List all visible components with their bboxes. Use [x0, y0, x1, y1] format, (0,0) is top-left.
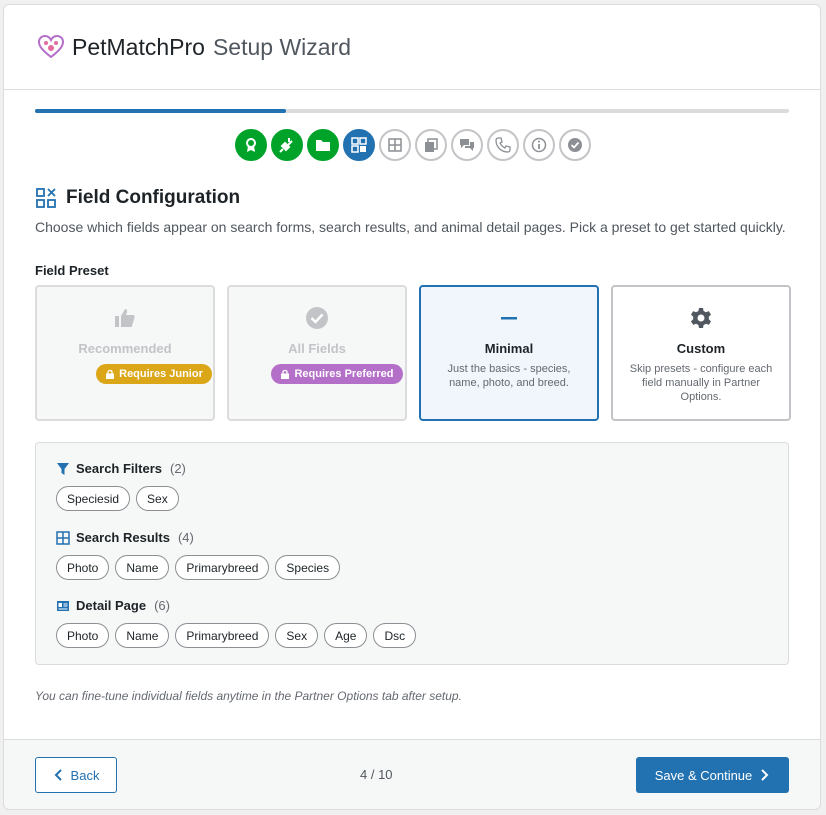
grid-icon: [36, 188, 56, 208]
preset-recommended[interactable]: Recommended Requires Junior: [35, 285, 215, 421]
thumbs-up-icon: [112, 305, 138, 331]
step-2[interactable]: [271, 129, 303, 161]
group-count: (4): [177, 530, 194, 545]
field-chip[interactable]: Sex: [275, 623, 319, 648]
field-chip[interactable]: Name: [115, 555, 170, 580]
step-9[interactable]: [523, 129, 555, 161]
check-icon: [568, 138, 582, 152]
badge-label: Requires Junior: [119, 368, 203, 380]
field-chip[interactable]: Sex: [136, 486, 179, 511]
field-preset-label: Field Preset: [35, 263, 109, 278]
plug-icon: [279, 138, 293, 153]
search-results-group: Search Results (4) Photo Name Primarybre…: [56, 530, 341, 580]
badge-label: Requires Preferred: [294, 368, 394, 380]
search-filters-group: Search Filters (2) Speciesid Sex: [56, 461, 186, 511]
chevron-right-icon: [761, 769, 769, 781]
step-6[interactable]: [415, 129, 447, 161]
group-header: Detail Page (6): [56, 598, 416, 613]
field-chip[interactable]: Photo: [56, 623, 110, 648]
field-chip[interactable]: Primarybreed: [175, 555, 270, 580]
step-counter: 4 / 10: [360, 767, 393, 782]
phone-icon: [495, 137, 511, 153]
check-circle-icon: [304, 305, 330, 331]
group-title: Search Filters: [76, 461, 162, 476]
preset-description: Just the basics - species, name, photo, …: [447, 363, 571, 389]
award-icon: [246, 138, 256, 152]
copy-icon: [425, 138, 438, 152]
step-3[interactable]: [307, 129, 339, 161]
field-chip[interactable]: Speciesid: [56, 486, 131, 511]
field-chip[interactable]: Species: [275, 555, 341, 580]
preset-custom[interactable]: Custom Skip presets - configure each fie…: [611, 285, 791, 421]
preset-options: Recommended Requires Junior All Fields R…: [35, 285, 791, 421]
paw-heart-logo-icon: [37, 34, 65, 59]
preset-title: Minimal: [484, 341, 534, 356]
section-title: Field Configuration: [66, 187, 241, 208]
field-chip[interactable]: Age: [324, 623, 368, 648]
back-button[interactable]: Back: [35, 757, 117, 793]
preset-title: Custom: [676, 341, 726, 356]
field-chip[interactable]: Photo: [56, 555, 110, 580]
field-chip[interactable]: Primarybreed: [175, 623, 270, 648]
chevron-left-icon: [54, 769, 62, 781]
preset-description: Skip presets - configure each field manu…: [629, 363, 773, 403]
section-description: Choose which fields appear on search for…: [35, 219, 786, 235]
step-5[interactable]: [379, 129, 411, 161]
fields-preview-panel: Search Filters (2) Speciesid Sex Search …: [35, 442, 789, 665]
field-chip[interactable]: Name: [115, 623, 170, 648]
detail-page-group: Detail Page (6) Photo Name Primarybreed …: [56, 598, 417, 648]
fine-tune-note: You can fine-tune individual fields anyt…: [35, 689, 462, 703]
preset-title: Recommended: [78, 341, 172, 356]
group-count: (6): [154, 598, 170, 613]
wizard-footer: Back 4 / 10 Save & Continue: [4, 739, 820, 809]
field-chip[interactable]: Dsc: [373, 623, 417, 648]
field-chips: Photo Name Primarybreed Species: [56, 555, 341, 580]
minus-icon: [496, 305, 522, 331]
brand-name: PetMatchPro: [72, 33, 205, 60]
back-label: Back: [70, 767, 100, 783]
group-title: Detail Page: [76, 598, 147, 613]
layout-icon: [388, 138, 402, 152]
group-header: Search Results (4): [56, 530, 340, 545]
step-indicator: [235, 129, 591, 161]
progress-bar: [35, 109, 789, 113]
group-header: Search Filters (2): [56, 461, 186, 476]
preset-minimal[interactable]: Minimal Just the basics - species, name,…: [419, 285, 599, 421]
lock-icon: [281, 369, 290, 379]
group-count: (2): [170, 461, 186, 476]
save-continue-button[interactable]: Save & Continue: [636, 757, 789, 793]
preset-title: All Fields: [288, 341, 346, 356]
chat-icon: [460, 139, 474, 151]
preset-all-fields[interactable]: All Fields Requires Preferred: [227, 285, 407, 421]
save-continue-label: Save & Continue: [654, 767, 753, 783]
setup-wizard: PetMatchPro Setup Wizard Field Configura…: [3, 4, 821, 810]
lock-icon: [106, 369, 115, 379]
step-4[interactable]: [343, 129, 375, 161]
info-icon: [531, 137, 547, 153]
table-icon: [56, 530, 70, 545]
step-10[interactable]: [559, 129, 591, 161]
gear-icon: [688, 305, 714, 331]
step-8[interactable]: [487, 129, 519, 161]
section-header: Field Configuration: [36, 187, 240, 209]
folder-icon: [316, 140, 330, 151]
wizard-header: PetMatchPro Setup Wizard: [4, 5, 820, 90]
requires-preferred-badge: Requires Preferred: [271, 364, 403, 384]
id-card-icon: [57, 600, 69, 611]
field-chips: Speciesid Sex: [56, 486, 186, 511]
progress-fill: [35, 109, 287, 113]
step-1[interactable]: [235, 129, 267, 161]
filter-icon: [57, 462, 69, 475]
requires-junior-badge: Requires Junior: [96, 364, 212, 384]
step-7[interactable]: [451, 129, 483, 161]
field-chips: Photo Name Primarybreed Sex Age Dsc: [56, 623, 417, 648]
grid-icon: [351, 137, 367, 153]
wizard-subtitle: Setup Wizard: [212, 33, 352, 60]
group-title: Search Results: [76, 530, 170, 545]
